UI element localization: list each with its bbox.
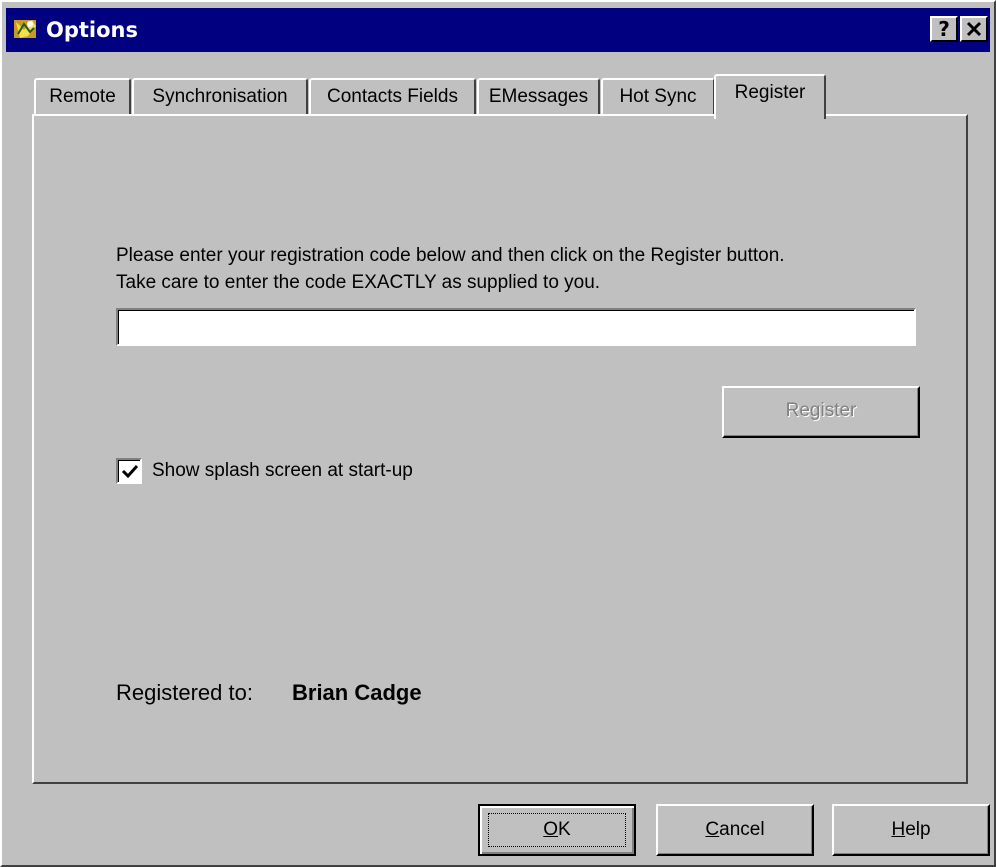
ok-button[interactable]: OK [478,804,636,856]
window-title: Options [46,18,138,42]
tab-remote[interactable]: Remote [34,78,131,116]
register-button[interactable]: Register [722,386,920,438]
tab-hot-sync[interactable]: Hot Sync [601,78,715,116]
splash-screen-label[interactable]: Show splash screen at start-up [152,458,413,484]
close-icon[interactable] [960,16,988,42]
tab-emessages[interactable]: EMessages [477,78,600,116]
instruction-line-2: Take care to enter the code EXACTLY as s… [116,272,601,293]
help-button[interactable]: Help [832,804,990,856]
instruction-line-1: Please enter your registration code belo… [116,245,785,266]
register-panel: Please enter your registration code belo… [32,114,968,784]
registered-name: Brian Cadge [292,680,422,705]
help-label-rest: elp [905,819,931,840]
tab-contacts-fields[interactable]: Contacts Fields [309,78,476,116]
options-dialog: Options ? Remote Synchronisation Contact… [0,0,996,867]
checkmark-icon [121,464,139,479]
help-caption-button[interactable]: ? [930,16,958,42]
cancel-button[interactable]: Cancel [656,804,814,856]
title-bar[interactable]: Options ? [6,8,990,52]
cancel-mnemonic: C [705,819,720,840]
tab-synchronisation[interactable]: Synchronisation [132,78,308,116]
splash-screen-checkbox[interactable] [116,458,142,484]
help-mnemonic: H [891,819,906,840]
registered-to-label: Registered to: [116,680,253,705]
focus-rectangle [488,813,626,847]
cancel-label-rest: ancel [719,819,765,840]
registration-code-input[interactable] [116,308,916,346]
app-icon [12,16,40,42]
tab-register[interactable]: Register [714,74,826,119]
